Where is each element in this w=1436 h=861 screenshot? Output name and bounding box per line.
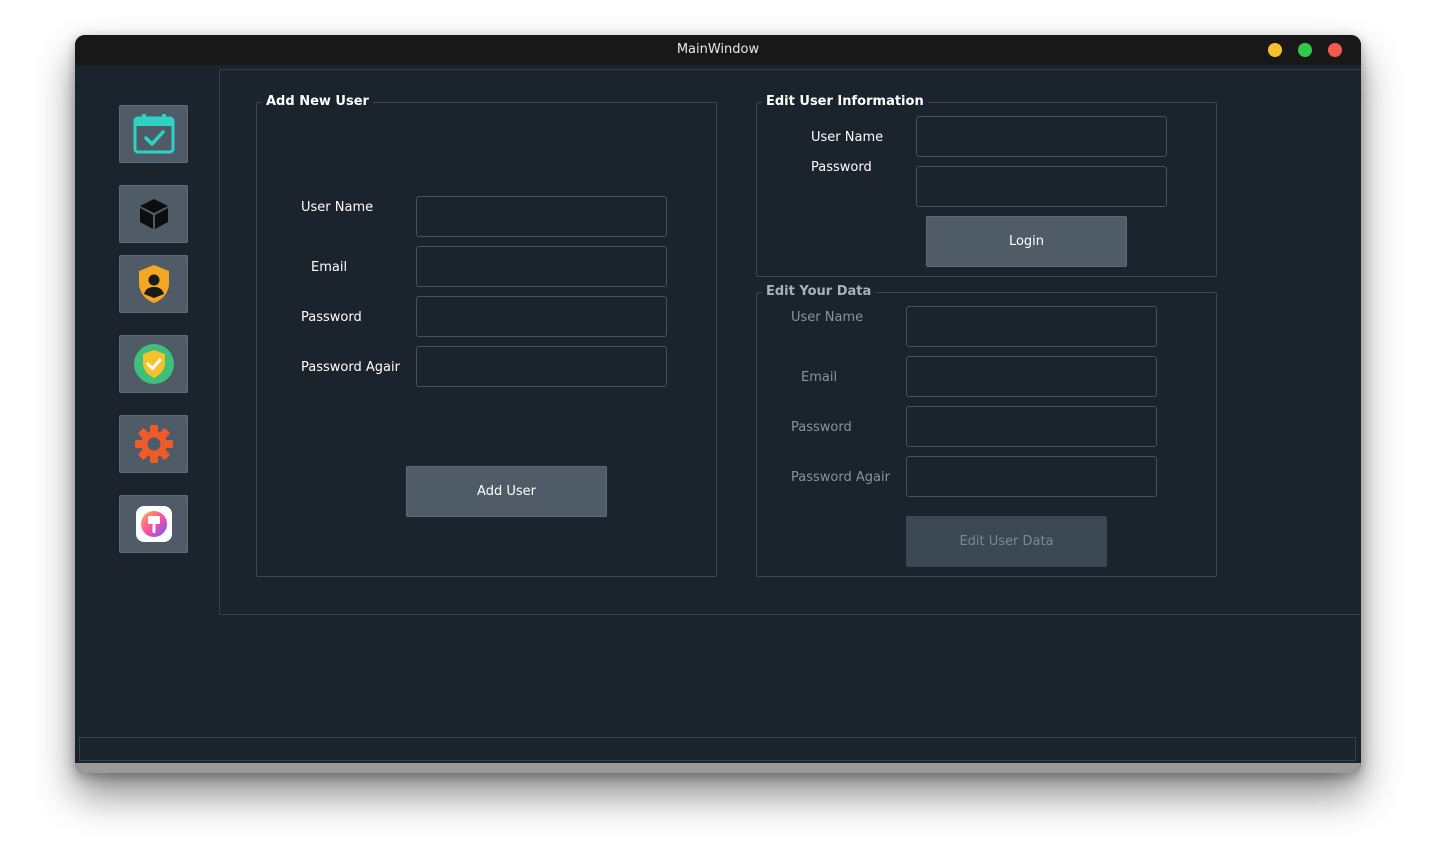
sidebar-item-check-shield[interactable] [119, 335, 188, 393]
edit-data-username-input[interactable] [906, 306, 1157, 347]
minimize-button[interactable] [1268, 43, 1282, 57]
sidebar-item-paint[interactable] [119, 495, 188, 553]
add-email-label: Email [311, 260, 348, 275]
gear-icon [134, 425, 173, 463]
edit-data-password-input[interactable] [906, 406, 1157, 447]
window-title: MainWindow [676, 42, 760, 57]
maximize-button[interactable] [1298, 43, 1312, 57]
status-bar [79, 737, 1356, 761]
sidebar-item-user-shield[interactable] [119, 255, 188, 313]
add-username-input[interactable] [416, 196, 667, 237]
cube-icon [139, 199, 168, 229]
add-password-label: Password [301, 310, 362, 325]
edit-info-group: Edit User Information User Name Password… [756, 94, 1217, 277]
paint-app-icon [135, 506, 172, 542]
edit-user-data-button[interactable]: Edit User Data [906, 516, 1107, 567]
add-user-group: Add New User User Name Email Password Pa… [256, 94, 717, 577]
main-window: MainWindow Add New User User Name Email … [75, 35, 1361, 773]
add-password-again-input[interactable] [416, 346, 667, 387]
edit-data-username-label: User Name [791, 310, 864, 325]
sidebar-item-settings[interactable] [119, 415, 188, 473]
edit-data-password-again-input[interactable] [906, 456, 1157, 497]
window-bottom-strip [75, 763, 1361, 773]
edit-data-email-input[interactable] [906, 356, 1157, 397]
sidebar-item-cube[interactable] [119, 185, 188, 243]
sidebar-item-calendar[interactable] [119, 105, 188, 163]
edit-data-title: Edit Your Data [762, 284, 876, 299]
edit-info-title: Edit User Information [762, 94, 928, 109]
edit-info-password-input[interactable] [916, 166, 1167, 207]
login-button[interactable]: Login [926, 216, 1127, 267]
edit-data-group: Edit Your Data User Name Email Password … [756, 284, 1217, 577]
add-username-label: User Name [301, 200, 374, 215]
add-user-button[interactable]: Add User [406, 466, 607, 517]
calendar-check-icon [133, 114, 174, 154]
add-password-input[interactable] [416, 296, 667, 337]
edit-data-password-label: Password [791, 420, 852, 435]
add-user-title: Add New User [262, 94, 373, 109]
title-bar[interactable]: MainWindow [75, 35, 1361, 65]
edit-info-password-label: Password [811, 160, 872, 175]
add-password-again-label: Password Agair [301, 360, 400, 375]
check-shield-icon [133, 344, 174, 384]
user-shield-icon [138, 265, 169, 303]
edit-info-username-input[interactable] [916, 116, 1167, 157]
close-button[interactable] [1328, 43, 1342, 57]
edit-data-password-again-label: Password Agair [791, 470, 890, 485]
edit-data-email-label: Email [801, 370, 838, 385]
add-email-input[interactable] [416, 246, 667, 287]
edit-info-username-label: User Name [811, 130, 884, 145]
